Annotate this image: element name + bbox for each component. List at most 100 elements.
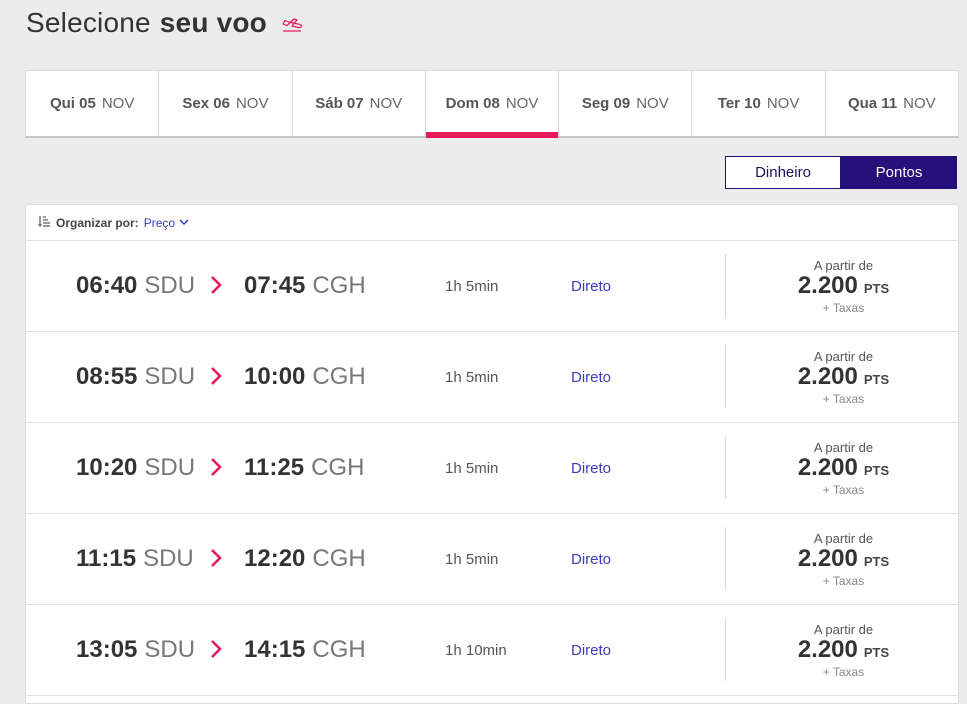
flight-price[interactable]: A partir de 2.200 PTS + Taxas: [726, 423, 961, 513]
sort-label: Organizar por:: [56, 215, 139, 230]
date-tab-month: NOV: [903, 95, 936, 112]
date-tab-day: Sáb 07: [315, 95, 364, 112]
flight-stops-link[interactable]: Direto: [571, 423, 611, 513]
flight-row[interactable]: 13:05 SDU 14:15 CGH 1h 10min Direto A pa…: [26, 605, 958, 696]
flight-row[interactable]: 10:20 SDU 11:25 CGH 1h 5min Direto A par…: [26, 423, 958, 514]
date-tab[interactable]: Sáb 07 NOV: [293, 71, 426, 136]
departure-time: 06:40: [76, 272, 138, 299]
price-from-label: A partir de: [813, 622, 874, 637]
departure-airport: SDU: [143, 545, 194, 572]
date-selector: Qui 05 NOV Sex 06 NOV Sáb 07 NOV Dom 08 …: [25, 70, 959, 138]
price-amount: 2.200 PTS: [798, 546, 889, 575]
date-tab-month: NOV: [101, 95, 135, 112]
arrival-airport: CGH: [312, 363, 366, 390]
chevron-right-icon: [211, 640, 222, 658]
departure-airport: SDU: [144, 454, 196, 481]
date-tab-day: Seg 09: [581, 95, 631, 112]
flight-price[interactable]: A partir de 2.200 PTS + Taxas: [726, 605, 961, 695]
departure: 06:40 SDU: [76, 241, 195, 331]
arrival-time: 14:15: [244, 636, 306, 663]
price-value: 2.200: [797, 363, 858, 390]
arrival-time: 07:45: [244, 272, 306, 299]
price-unit: PTS: [863, 372, 890, 387]
date-tab-month: NOV: [235, 95, 269, 112]
date-tab-month: NOV: [369, 95, 403, 112]
price-from-label: A partir de: [813, 531, 874, 546]
departure-time: 11:15: [76, 545, 137, 572]
arrival-time: 10:00: [244, 363, 306, 390]
chevron-down-icon: [179, 219, 189, 226]
cash-option-button[interactable]: Dinheiro: [725, 156, 841, 189]
date-tab-month: NOV: [505, 95, 539, 112]
flight-duration: 1h 5min: [445, 368, 499, 386]
departure: 13:05 SDU: [76, 605, 195, 695]
price-value: 2.200: [797, 272, 858, 299]
date-tab[interactable]: Qua 11 NOV: [826, 71, 958, 136]
arrival-airport: CGH: [312, 636, 366, 663]
date-tab[interactable]: Seg 09 NOV: [559, 71, 693, 136]
flight-price[interactable]: A partir de 2.200 PTS + Taxas: [726, 241, 961, 331]
departure-time: 10:20: [76, 454, 138, 481]
date-tab[interactable]: Sex 06 NOV: [159, 71, 293, 136]
price-amount: 2.200 PTS: [798, 364, 889, 393]
chevron-right-icon: [211, 367, 222, 385]
flight-row[interactable]: 11:15 SDU 12:20 CGH 1h 5min Direto A par…: [26, 514, 958, 605]
page-title: Selecione seu voo: [26, 6, 303, 40]
arrival: 10:00 CGH: [244, 332, 366, 422]
departure-airport: SDU: [144, 363, 196, 390]
arrival-time: 11:25: [244, 454, 305, 481]
arrival-airport: CGH: [312, 545, 366, 572]
date-tab[interactable]: Ter 10 NOV: [692, 71, 826, 136]
price-unit: PTS: [863, 645, 890, 660]
flight-stops-link[interactable]: Direto: [571, 332, 611, 422]
date-tab-day: Sex 06: [182, 95, 230, 112]
plane-takeoff-icon: [281, 8, 303, 40]
flight-price[interactable]: A partir de 2.200 PTS + Taxas: [726, 514, 961, 604]
chevron-right-icon: [211, 276, 222, 294]
date-tab-day: Qui 05: [49, 95, 96, 112]
flight-stops-link[interactable]: Direto: [571, 241, 611, 331]
flight-price[interactable]: A partir de 2.200 PTS + Taxas: [726, 332, 961, 422]
flight-stops-link[interactable]: Direto: [571, 605, 611, 695]
price-from-label: A partir de: [813, 258, 874, 273]
price-unit: PTS: [863, 463, 890, 478]
arrival: 14:15 CGH: [244, 605, 366, 695]
departure-airport: SDU: [144, 636, 196, 663]
flight-row[interactable]: 06:40 SDU 07:45 CGH 1h 5min Direto A par…: [26, 241, 958, 332]
date-tab[interactable]: Qui 05 NOV: [26, 71, 160, 136]
taxes-label: + Taxas: [822, 392, 865, 406]
price-from-label: A partir de: [813, 440, 874, 455]
price-amount: 2.200 PTS: [798, 637, 889, 666]
flight-stops-link[interactable]: Direto: [571, 514, 611, 604]
flight-row[interactable]: 08:55 SDU 10:00 CGH 1h 5min Direto A par…: [26, 332, 958, 423]
taxes-label: + Taxas: [822, 301, 865, 315]
price-amount: 2.200 PTS: [798, 455, 889, 484]
price-value: 2.200: [797, 545, 858, 572]
sort-bar: Organizar por: Preço: [26, 205, 958, 241]
arrival-airport: CGH: [311, 454, 365, 481]
arrival-airport: CGH: [312, 272, 366, 299]
arrival: 11:25 CGH: [244, 423, 364, 513]
sort-icon: [38, 215, 51, 230]
flight-duration: 1h 10min: [445, 641, 507, 659]
price-amount: 2.200 PTS: [798, 273, 889, 302]
departure-time: 08:55: [76, 363, 138, 390]
sort-value: Preço: [143, 215, 176, 230]
points-option-button[interactable]: Pontos: [841, 156, 957, 189]
price-from-label: A partir de: [813, 349, 874, 364]
date-tab-month: NOV: [636, 95, 669, 112]
date-tab-month: NOV: [766, 95, 800, 112]
page-title-bold: seu voo: [159, 7, 267, 38]
price-value: 2.200: [797, 454, 858, 481]
taxes-label: + Taxas: [822, 665, 865, 679]
price-value: 2.200: [797, 636, 858, 663]
sort-dropdown[interactable]: Preço: [144, 216, 189, 230]
date-tab-day: Dom 08: [445, 95, 500, 112]
arrival-time: 12:20: [244, 545, 306, 572]
chevron-right-icon: [211, 458, 222, 476]
date-tab-selected[interactable]: Dom 08 NOV: [425, 71, 560, 138]
date-tab-day: Ter 10: [717, 95, 761, 112]
payment-toggle: Dinheiro Pontos: [725, 156, 957, 189]
taxes-label: + Taxas: [822, 483, 865, 497]
departure: 11:15 SDU: [76, 514, 194, 604]
